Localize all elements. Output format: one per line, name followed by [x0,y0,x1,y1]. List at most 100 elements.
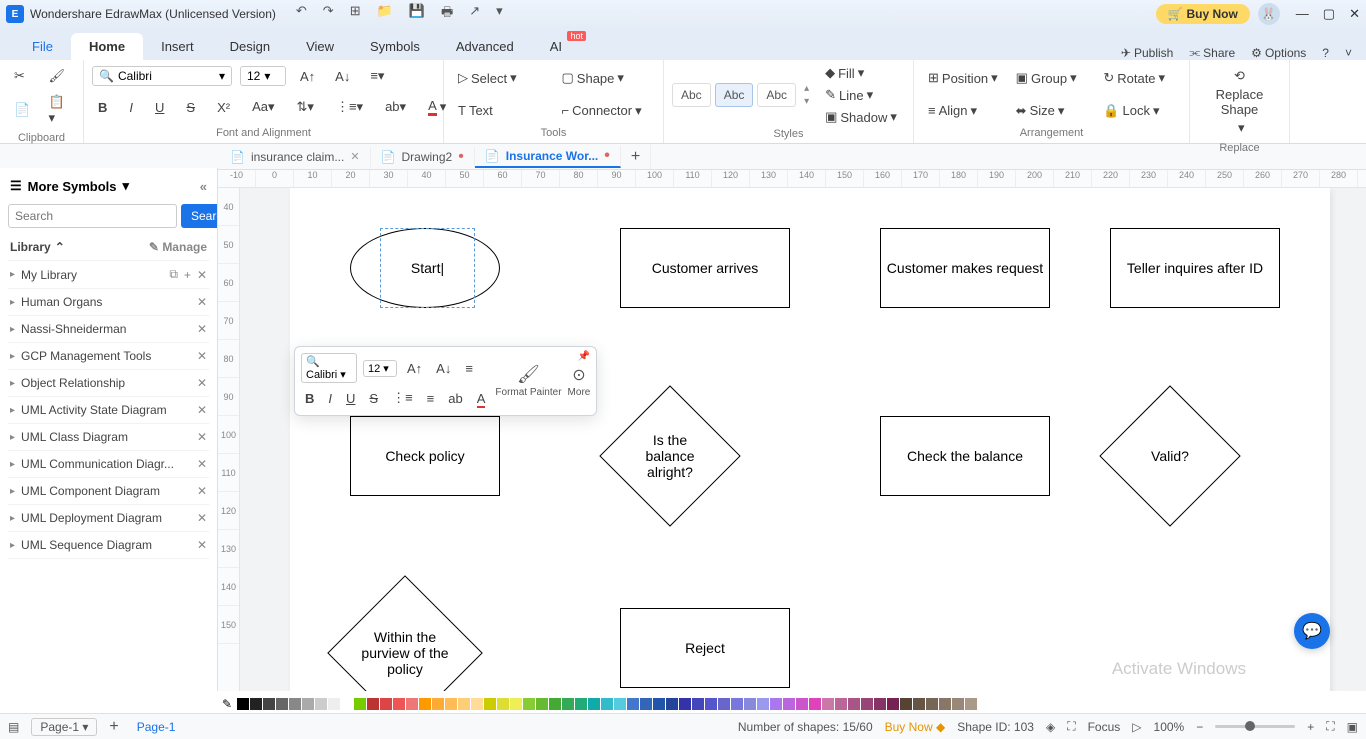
color-swatch[interactable] [315,698,327,710]
text-case-icon[interactable]: Aa▾ [246,95,280,119]
color-swatch[interactable] [900,698,912,710]
superscript-icon[interactable]: X² [211,96,236,119]
remove-lib-icon[interactable]: ✕ [197,322,207,336]
fullscreen-icon[interactable]: ▣ [1347,720,1358,734]
remove-lib-icon[interactable]: ✕ [197,268,207,282]
remove-lib-icon[interactable]: ✕ [197,511,207,525]
strike-icon[interactable]: S [180,96,201,119]
buy-now-button[interactable]: 🛒 Buy Now [1156,4,1250,24]
menu-symbols[interactable]: Symbols [352,33,438,60]
color-swatch[interactable] [523,698,535,710]
library-item[interactable]: ▸UML Component Diagram✕ [8,478,209,505]
print-icon[interactable]: 🖶 [441,3,453,25]
symbol-search-input[interactable] [8,204,177,228]
color-swatch[interactable] [666,698,678,710]
color-swatch[interactable] [276,698,288,710]
chevron-down-icon[interactable]: ▾ [123,178,130,194]
color-swatch[interactable] [419,698,431,710]
doc-tab-2[interactable]: 📄 Drawing2• [371,147,475,167]
user-avatar[interactable]: 🐰 [1258,3,1280,25]
zoom-slider[interactable] [1215,725,1295,728]
select-tool[interactable]: ▷ Select ▾ [452,66,552,90]
remove-lib-icon[interactable]: ✕ [197,538,207,552]
color-swatch[interactable] [302,698,314,710]
menu-home[interactable]: Home [71,33,143,60]
menu-view[interactable]: View [288,33,352,60]
menu-insert[interactable]: Insert [143,33,212,60]
library-item[interactable]: ▸Nassi-Shneiderman✕ [8,316,209,343]
play-icon[interactable]: ▷ [1132,720,1141,734]
format-painter-icon[interactable]: 🖌 [43,64,76,88]
panel-collapse-icon[interactable]: « [200,179,207,194]
bold-icon[interactable]: B [92,96,113,119]
color-swatch[interactable] [874,698,886,710]
lock-button[interactable]: 🔒 Lock▾ [1097,99,1181,123]
doc-tab-3[interactable]: 📄 Insurance Wor...• [475,146,621,168]
color-swatch[interactable] [718,698,730,710]
mini-grow-font-icon[interactable]: A↑ [403,358,426,379]
color-swatch[interactable] [237,698,249,710]
line-button[interactable]: ✎ Line ▾ [821,86,901,104]
mini-shrink-font-icon[interactable]: A↓ [432,358,455,379]
color-swatch[interactable] [432,698,444,710]
underline-icon[interactable]: U [149,96,170,119]
color-swatch[interactable] [809,698,821,710]
chat-assistant-button[interactable]: 💬 [1294,613,1330,649]
manage-button[interactable]: ✎ Manage [149,240,207,254]
maximize-icon[interactable]: ▢ [1323,6,1335,22]
paste-icon[interactable]: 📋▾ [43,90,76,130]
color-swatch[interactable] [250,698,262,710]
library-item[interactable]: ▸UML Deployment Diagram✕ [8,505,209,532]
align-button[interactable]: ≡ Align▾ [922,99,1006,123]
color-swatch[interactable] [783,698,795,710]
add-page-button[interactable]: + [109,718,118,736]
mini-bold-icon[interactable]: B [301,388,318,409]
align-para-icon[interactable]: ≡▾ [364,64,390,88]
library-item[interactable]: ▸UML Class Diagram✕ [8,424,209,451]
remove-lib-icon[interactable]: ✕ [197,403,207,417]
mini-format-painter[interactable]: 🖌Format Painter [495,364,561,398]
color-swatch[interactable] [653,698,665,710]
shape-check-policy[interactable]: Check policy [350,416,500,496]
minimize-icon[interactable]: — [1296,6,1309,22]
eyedropper-icon[interactable]: ✎ [222,697,232,711]
shape-valid[interactable]: Valid? [1120,406,1220,506]
menu-design[interactable]: Design [212,33,288,60]
library-item[interactable]: ▸Human Organs✕ [8,289,209,316]
remove-lib-icon[interactable]: ✕ [197,484,207,498]
symbol-search-button[interactable]: Search [181,204,218,228]
shape-tool[interactable]: ▢ Shape ▾ [556,66,656,90]
mini-underline-icon[interactable]: U [342,388,359,409]
shape-teller-inquires[interactable]: Teller inquires after ID [1110,228,1280,308]
color-swatch[interactable] [965,698,977,710]
color-swatch[interactable] [692,698,704,710]
group-button[interactable]: ▣ Group▾ [1010,66,1094,90]
canvas[interactable]: Start| Customer arrives Customer makes r… [240,188,1366,691]
remove-lib-icon[interactable]: ✕ [197,295,207,309]
color-swatch[interactable] [679,698,691,710]
shape-balance-question[interactable]: Is the balance alright? [620,406,720,506]
zoom-level[interactable]: 100% [1154,720,1185,734]
page-tab[interactable]: Page-1 [131,720,182,734]
color-swatch[interactable] [536,698,548,710]
remove-lib-icon[interactable]: ✕ [197,349,207,363]
color-swatch[interactable] [263,698,275,710]
remove-lib-icon[interactable]: ✕ [197,430,207,444]
mini-bullets-icon[interactable]: ≡ [423,388,439,409]
color-swatch[interactable] [289,698,301,710]
mini-more-button[interactable]: ⊙More [568,365,591,398]
color-swatch[interactable] [627,698,639,710]
library-item[interactable]: ▸Object Relationship✕ [8,370,209,397]
color-swatch[interactable] [510,698,522,710]
options-button[interactable]: ⚙ Options [1251,46,1306,60]
mini-italic-icon[interactable]: I [324,388,336,409]
color-swatch[interactable] [458,698,470,710]
rotate-button[interactable]: ↻ Rotate▾ [1097,66,1181,90]
color-swatch[interactable] [601,698,613,710]
color-swatch[interactable] [952,698,964,710]
remove-lib-icon[interactable]: ✕ [197,376,207,390]
layers-icon[interactable]: ◈ [1046,720,1055,734]
cut-icon[interactable]: ✂ [8,64,41,88]
shape-check-balance[interactable]: Check the balance [880,416,1050,496]
zoom-out-icon[interactable]: − [1196,720,1203,734]
